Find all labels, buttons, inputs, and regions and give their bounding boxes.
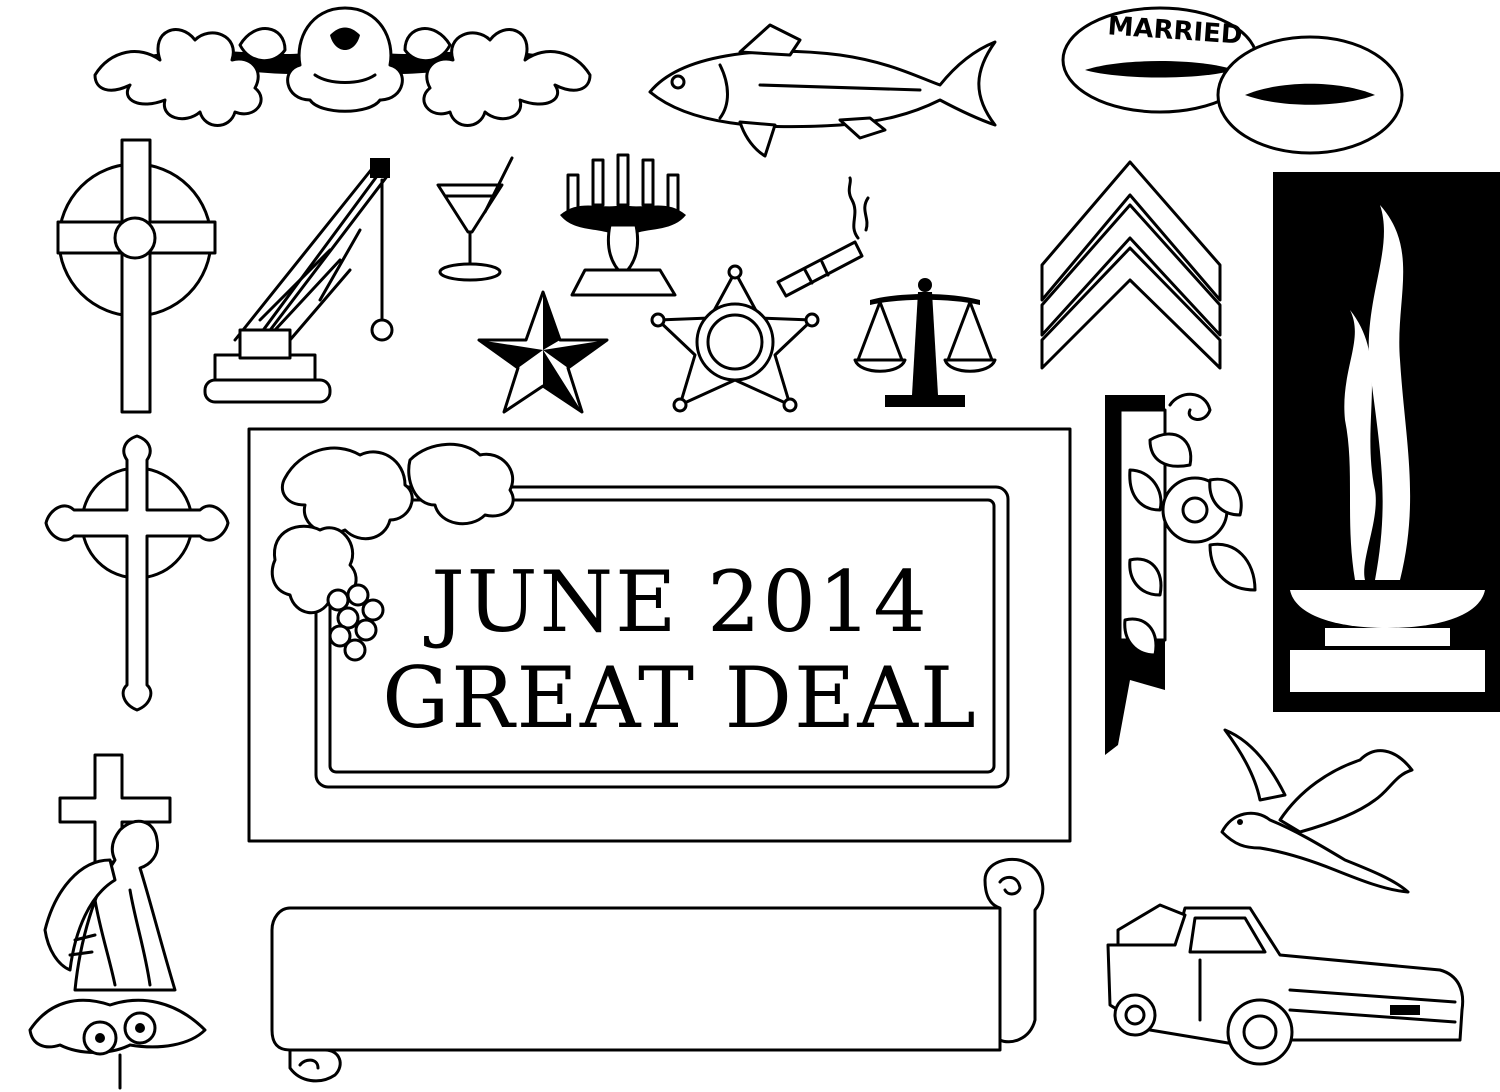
floral-border-icon [93,6,592,127]
eternal-flame-icon [1273,172,1500,712]
artwork-canvas [28,6,1500,1090]
pickup-truck-icon [1106,903,1465,1066]
angel-cross-icon [28,753,207,1090]
crane-icon [203,158,394,404]
fish-icon [648,23,997,158]
chevron-rank-icon [1040,160,1222,370]
scales-of-justice-icon [853,278,997,407]
dove-icon [1220,728,1414,894]
corner-flourish-icon [1105,392,1257,755]
fleury-cross-icon [44,434,230,712]
plaque-line-2: GREAT DEAL [382,649,978,747]
plaque-line-1: JUNE 2014 [431,553,929,651]
celtic-cross-icon [56,138,217,414]
star-icon [477,290,609,414]
martini-icon [436,156,514,282]
candelabra-icon [560,153,686,297]
scroll-banner-icon [270,857,1045,1083]
cigar-icon [776,176,870,298]
